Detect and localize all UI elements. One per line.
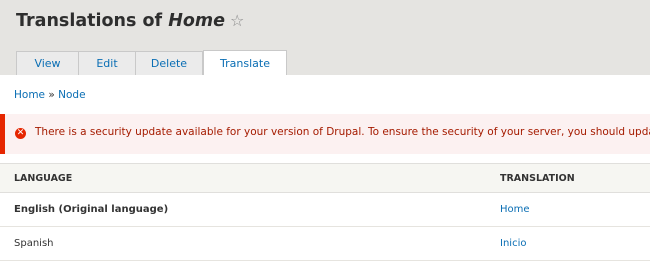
table-header-row: LANGUAGE TRANSLATION bbox=[0, 163, 650, 193]
translation-link-inicio[interactable]: Inicio bbox=[500, 238, 526, 249]
page-title: Translations of Home ☆ bbox=[16, 11, 244, 31]
language-cell: English (Original language) bbox=[0, 192, 500, 227]
breadcrumb-separator: » bbox=[45, 89, 59, 101]
security-update-error-message: ✕ There is a security update available f… bbox=[0, 114, 650, 154]
translation-link-home[interactable]: Home bbox=[500, 204, 530, 215]
page-title-node-name: Home bbox=[168, 11, 226, 31]
table-row: English (Original language) Home bbox=[0, 192, 650, 227]
table-row: Spanish Inicio bbox=[0, 226, 650, 261]
translation-cell: Inicio bbox=[500, 226, 650, 261]
translations-table: LANGUAGE TRANSLATION English (Original l… bbox=[0, 163, 650, 261]
column-header-translation[interactable]: TRANSLATION bbox=[500, 163, 650, 193]
tab-translate-label: Translate bbox=[220, 56, 270, 70]
column-header-language[interactable]: LANGUAGE bbox=[0, 163, 500, 193]
star-icon[interactable]: ☆ bbox=[230, 11, 244, 30]
translation-cell: Home bbox=[500, 192, 650, 227]
breadcrumb-node-link[interactable]: Node bbox=[58, 89, 85, 101]
tab-view[interactable]: View bbox=[16, 51, 78, 75]
error-message-text: There is a security update available for… bbox=[35, 126, 650, 138]
language-cell: Spanish bbox=[0, 226, 500, 261]
breadcrumb-home-link[interactable]: Home bbox=[14, 89, 45, 101]
breadcrumb: Home » Node bbox=[14, 89, 86, 101]
page-header: Translations of Home ☆ View Edit Delete T… bbox=[0, 0, 650, 75]
tab-view-label: View bbox=[34, 57, 61, 70]
tab-delete[interactable]: Delete bbox=[135, 51, 203, 75]
tab-translate[interactable]: Translate bbox=[203, 50, 287, 75]
primary-tabs: View Edit Delete Translate bbox=[16, 50, 287, 75]
tab-edit[interactable]: Edit bbox=[78, 51, 135, 75]
error-circle-icon: ✕ bbox=[15, 128, 26, 139]
tab-delete-label: Delete bbox=[150, 57, 188, 70]
tab-edit-label: Edit bbox=[96, 57, 118, 70]
page-title-prefix: Translations of bbox=[16, 11, 169, 31]
